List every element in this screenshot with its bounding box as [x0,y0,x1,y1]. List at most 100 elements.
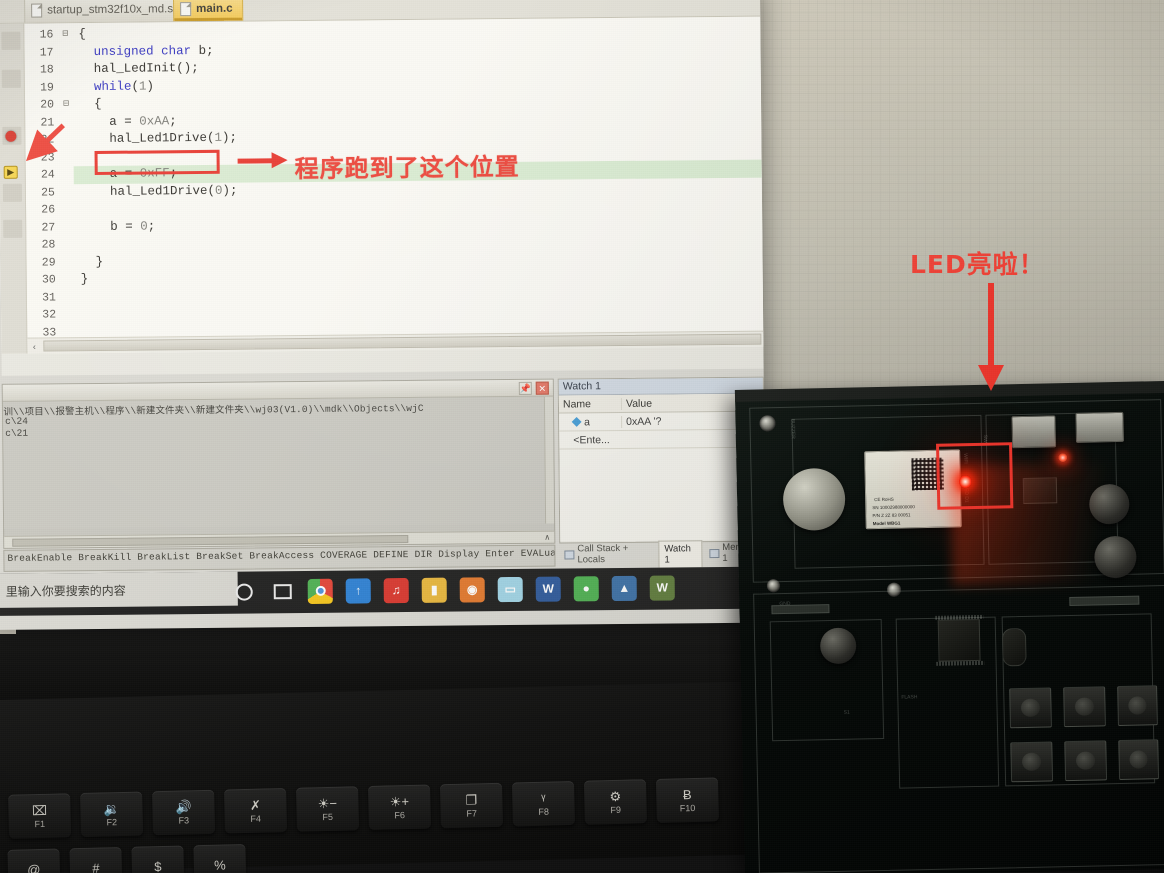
fold-marker[interactable] [60,254,74,272]
key-f6[interactable]: ☀+ F6 [367,784,432,830]
code-line[interactable] [76,352,764,354]
watch-new-entry[interactable]: <Ente... [559,433,621,446]
tab-watch-1[interactable]: Watch 1 [658,539,703,568]
key-f9[interactable]: ⚙ F9 [583,779,647,825]
watch-row[interactable]: a 0xAA '? [559,411,764,432]
build-output-text[interactable]: 单片机培训\\项目\\报警主机\\程序\\新建文件夹\\新建文件夹\\wj03(… [2,396,555,529]
silk-label-c9: FLASH [901,694,918,701]
volume-down-icon: 🔉 [103,800,120,816]
fold-marker[interactable] [60,166,74,184]
task-view-icon[interactable] [270,579,295,604]
source-code[interactable]: { unsigned char b; hal_LedInit(); while(… [72,17,763,354]
cortana-ring-icon[interactable] [232,579,257,604]
key-dollar[interactable]: $ [131,845,185,873]
tab-call-stack-locals[interactable]: Call Stack + Locals [559,541,656,568]
annotation-text-led: LED亮啦！ [910,250,1045,279]
key-label: F10 [679,802,696,813]
tab-label: startup_stm32f10x_md.s [47,2,174,16]
scrollbar-thumb[interactable] [12,534,409,547]
wechat-icon[interactable]: ● [573,575,599,601]
debug-gutter[interactable]: ▶ [0,23,28,354]
tab-main-c[interactable]: main.c [173,0,244,22]
watch-row[interactable]: <Ente... [559,429,764,450]
windows-search-box[interactable]: 里输入你要搜索的内容 [0,571,238,609]
fold-marker[interactable] [60,184,74,202]
push-button[interactable] [1118,739,1160,781]
key-f5[interactable]: ☀− F5 [296,786,360,832]
key-f10[interactable]: Ƀ F10 [655,777,719,823]
key-f3[interactable]: 🔊 F3 [152,789,216,836]
watch-grid[interactable]: Name Value a 0xAA '? <Ente... [558,393,765,542]
fold-marker[interactable] [59,79,73,97]
fold-marker[interactable] [61,289,75,307]
tab-label: Watch 1 [664,542,691,566]
laptop-screen: startup_stm32f10x_md.s main.c ▶ 16 17 18… [0,0,767,630]
key-at[interactable]: @ [7,848,61,873]
word-icon[interactable]: W [535,576,561,602]
photo-scene: startup_stm32f10x_md.s main.c ▶ 16 17 18… [0,0,1164,873]
key-label: F5 [322,811,334,822]
debug-bottom-tabs: Call Stack + Locals Watch 1 Memory 1 [559,539,765,568]
debug-docked-panels: 📌 ✕ 单片机培训\\项目\\报警主机\\程序\\新建文件夹\\新建文件夹\\w… [0,371,766,574]
scrollbar-thumb[interactable] [43,333,762,352]
tab-label: main.c [196,2,233,15]
laptop-keyboard: ⌧ F1 🔉 F2 🔊 F3 ✗ F4 ☀− F5 ☀+ F6 ❐ F7 ᵞ F8 ⚙ F9 Ƀ F10 @ # $% [0,681,770,873]
key-f4[interactable]: ✗ F4 [224,787,288,834]
watch-var-name: a [584,415,591,428]
brightness-up-icon: ☀+ [389,793,410,809]
close-icon[interactable]: ✕ [535,381,549,395]
fold-marker[interactable] [58,44,72,62]
push-button[interactable] [1064,740,1108,782]
highlight-box-line-24 [94,149,220,176]
build-line-3: c\21 [5,427,29,439]
key-label: % [213,856,226,873]
fold-marker[interactable] [61,271,75,289]
blue-app-icon[interactable]: ↑ [345,577,371,604]
key-label: F8 [538,806,550,817]
settings-icon: ⚙ [609,788,622,804]
orange-app-icon[interactable]: ◉ [459,576,485,603]
key-f2[interactable]: 🔉 F2 [80,791,144,838]
push-button[interactable] [1063,686,1106,728]
key-f8[interactable]: ᵞ F8 [511,780,575,827]
call-stack-icon [564,549,575,560]
fold-marker[interactable]: ⊟ [59,96,73,114]
key-label: F9 [610,804,622,815]
netease-music-icon[interactable]: ♫ [383,577,409,603]
fold-marker[interactable] [60,219,74,237]
notes-app-icon[interactable]: ▭ [497,576,523,602]
command-line-hints[interactable]: BreakEnable BreakKill BreakList BreakSet… [3,544,556,572]
line-number-gutter: 1617181920212223242526272829303132333435 [24,23,62,354]
push-button[interactable] [1009,687,1052,729]
key-f1[interactable]: ⌧ F1 [8,793,72,839]
chrome-icon[interactable] [307,578,333,604]
push-button[interactable] [1010,741,1054,783]
photos-icon[interactable]: ▲ [611,575,637,601]
tab-startup-file[interactable]: startup_stm32f10x_md.s [24,0,185,23]
key-f7[interactable]: ❐ F7 [439,782,504,829]
code-area[interactable]: ▶ 16171819202122232425262728293031323334… [0,16,764,354]
module-model: Model WBG1 [872,520,901,527]
file-explorer-icon[interactable]: ▮ [421,577,447,603]
breakpoint-marker[interactable] [5,130,17,142]
fold-marker[interactable]: ⊟ [58,26,72,44]
function-key-row: ⌧ F1 🔉 F2 🔊 F3 ✗ F4 ☀− F5 ☀+ F6 ❐ F7 ᵞ F8 ⚙ F9 Ƀ F10 [8,777,719,839]
fold-marker[interactable] [59,61,73,79]
wps-icon[interactable]: W [649,574,675,601]
watch-name-cell: a [559,415,621,428]
line-number: 18 [39,63,54,77]
key-percent[interactable]: % [193,843,247,873]
annotation-arrow-led [978,283,1004,401]
scroll-left-arrow[interactable]: ‹ [27,341,41,351]
key-hash[interactable]: # [69,847,123,873]
scroll-arrow[interactable]: ∧ [544,533,550,542]
fold-marker[interactable] [60,236,74,254]
fold-marker[interactable] [60,201,74,219]
build-vertical-scrollbar[interactable] [543,396,555,524]
fold-marker[interactable] [61,306,75,324]
usb-connector [1075,411,1125,443]
line-number: 30 [41,273,56,287]
push-button[interactable] [1117,685,1158,727]
file-icon [180,1,192,16]
pin-icon[interactable]: 📌 [518,381,532,395]
